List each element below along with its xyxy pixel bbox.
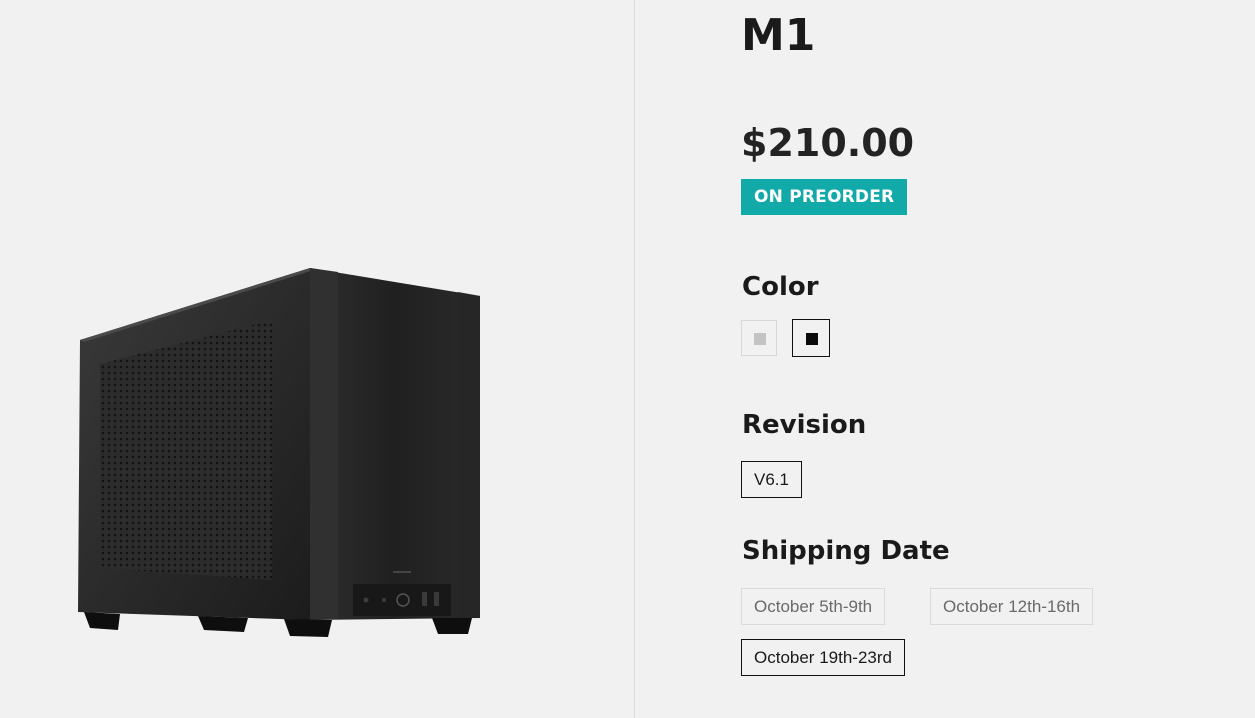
color-label: Color	[742, 272, 819, 302]
product-gallery	[0, 0, 634, 718]
preorder-badge: ON PREORDER	[741, 179, 908, 215]
color-swatch-black[interactable]	[792, 319, 830, 357]
shipping-date-label: Shipping Date	[742, 536, 950, 566]
black-chip	[806, 333, 818, 345]
revision-option-v6-1[interactable]: V6.1	[741, 461, 802, 498]
silver-chip	[754, 333, 766, 345]
product-page: M1 $210.00 ON PREORDER Color Revision V6…	[0, 0, 1255, 718]
revision-label: Revision	[742, 410, 867, 440]
product-title: M1	[741, 10, 816, 61]
product-price: $210.00	[741, 121, 915, 165]
shipping-option-oct-12-16[interactable]: October 12th-16th	[930, 588, 1094, 625]
shipping-option-oct-5-9[interactable]: October 5th-9th	[741, 588, 886, 625]
color-swatch-silver[interactable]	[741, 320, 777, 356]
product-details: M1 $210.00 ON PREORDER Color Revision V6…	[741, 0, 1241, 718]
panel-divider	[634, 0, 635, 718]
pc-case-image	[78, 268, 480, 637]
shipping-option-oct-19-23[interactable]: October 19th-23rd	[741, 639, 905, 676]
